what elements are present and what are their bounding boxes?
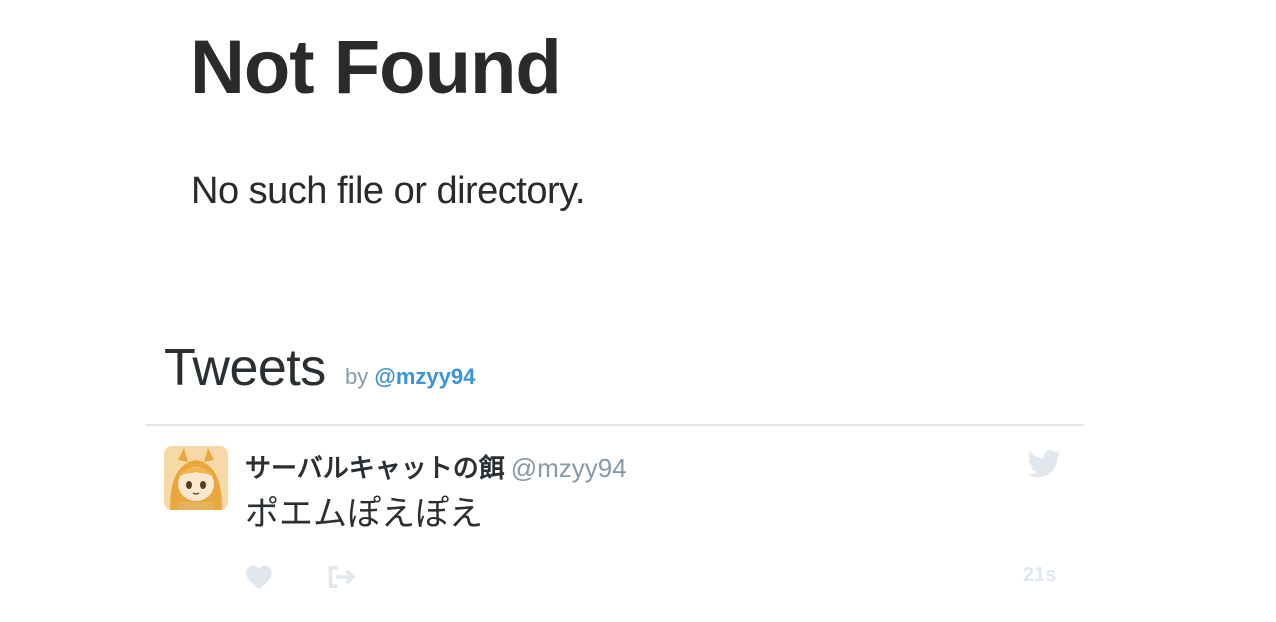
timeline-header: Tweets by @mzyy94 <box>145 330 1084 426</box>
author-handle[interactable]: @mzyy94 <box>511 453 627 483</box>
share-icon[interactable] <box>327 564 357 592</box>
twitter-bird-icon[interactable] <box>1027 450 1061 478</box>
page: Not Found No such file or directory. Twe… <box>0 0 1276 622</box>
error-message: No such file or directory. <box>191 170 585 212</box>
timeline-byline: by @mzyy94 <box>345 364 475 390</box>
tweet[interactable]: サーバルキャットの餌 @mzyy94 ポエムぽえぽえ 21s <box>145 426 1084 622</box>
author-name[interactable]: サーバルキャットの餌 <box>245 453 505 483</box>
tweet-text: ポエムぽえぽえ <box>245 495 483 533</box>
heart-icon[interactable] <box>245 564 275 592</box>
byline-handle-link[interactable]: @mzyy94 <box>374 364 475 389</box>
timeline-title: Tweets <box>164 339 326 397</box>
avatar-image <box>164 446 228 510</box>
tweet-timestamp[interactable]: 21s <box>1023 564 1056 587</box>
byline-prefix: by <box>345 364 369 389</box>
tweet-author: サーバルキャットの餌 @mzyy94 <box>245 448 627 485</box>
embedded-tweet-timeline: Tweets by @mzyy94 サーバルキャットの餌 @mzyy94 ポエム… <box>145 330 1084 622</box>
avatar[interactable] <box>164 446 228 510</box>
error-title: Not Found <box>190 25 562 110</box>
